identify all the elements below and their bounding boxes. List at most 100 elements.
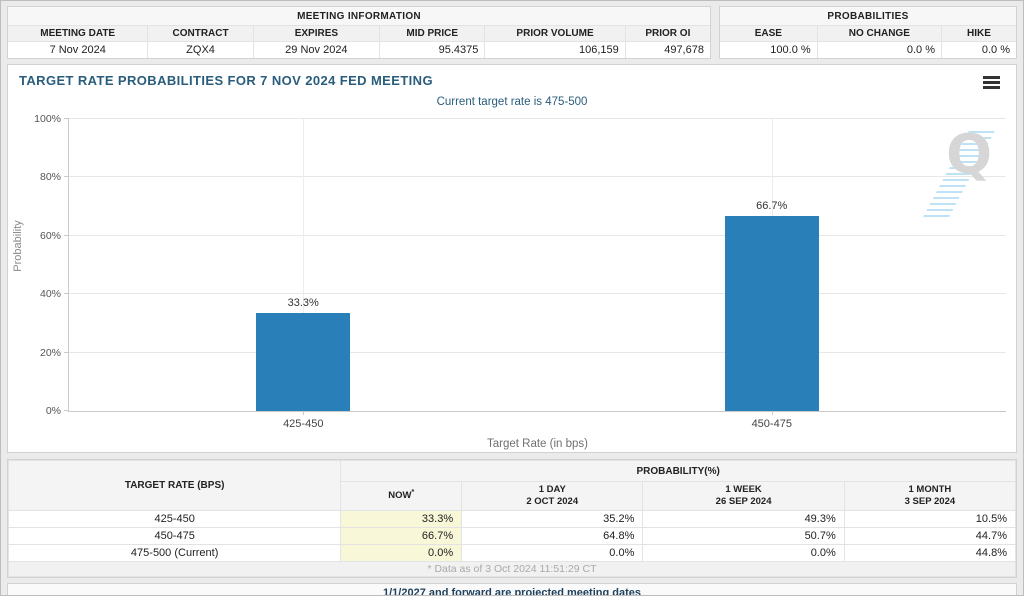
x-tick-2	[772, 411, 773, 415]
x-tick-1	[303, 411, 304, 415]
hamburger-menu-icon[interactable]	[983, 76, 1000, 91]
meeting-information-values: 7 Nov 2024 ZQX4 29 Nov 2024 95.4375 106,…	[8, 42, 710, 58]
one-day-cell: 0.0%	[462, 545, 643, 562]
target-rate-chart-panel: TARGET RATE PROBABILITIES FOR 7 NOV 2024…	[7, 64, 1017, 453]
prior-volume-header: PRIOR VOLUME	[485, 26, 625, 41]
table-row: 450-475 66.7% 64.8% 50.7% 44.7%	[9, 528, 1016, 545]
gridline-60	[69, 235, 1006, 236]
no-change-value: 0.0 %	[818, 42, 942, 58]
x-category-label-2: 450-475	[752, 418, 792, 430]
rate-cell: 425-450	[9, 511, 341, 528]
no-change-header: NO CHANGE	[818, 26, 942, 41]
plot-area: 0% 20% 40% 60% 80% 100% Q 33.3% 66.7% 42…	[68, 119, 1006, 412]
one-week-cell: 49.3%	[643, 511, 844, 528]
x-category-label-1: 425-450	[283, 418, 323, 430]
y-axis-label-100: 100%	[13, 113, 61, 125]
now-cell: 33.3%	[341, 511, 462, 528]
prior-volume-value: 106,159	[485, 42, 625, 58]
probability-group-header: PROBABILITY(%)	[341, 461, 1016, 482]
expires-value: 29 Nov 2024	[254, 42, 380, 58]
y-tick-0	[64, 410, 69, 411]
one-month-cell: 44.7%	[844, 528, 1015, 545]
mid-price-value: 95.4375	[380, 42, 485, 58]
hike-header: HIKE	[942, 26, 1016, 41]
meeting-date-value: 7 Nov 2024	[8, 42, 148, 58]
y-tick-80	[64, 176, 69, 177]
gridline-100	[69, 118, 1006, 119]
meeting-information-headers: MEETING DATE CONTRACT EXPIRES MID PRICE …	[8, 26, 710, 42]
gridline-20	[69, 352, 1006, 353]
probabilities-title: PROBABILITIES	[720, 7, 1016, 26]
probability-bar-450-475[interactable]	[725, 216, 819, 411]
chart-subtitle: Current target rate is 475-500	[8, 96, 1016, 108]
now-header-label: NOW	[388, 491, 411, 502]
ease-value: 100.0 %	[720, 42, 818, 58]
now-header: NOW*	[341, 482, 462, 511]
bar-group-425-450: 33.3%	[256, 313, 350, 411]
one-day-cell: 64.8%	[462, 528, 643, 545]
projected-dates-note: 1/1/2027 and forward are projected meeti…	[7, 583, 1017, 596]
y-tick-100	[64, 118, 69, 119]
bar-group-450-475: 66.7%	[725, 216, 819, 411]
probability-bar-425-450[interactable]	[256, 313, 350, 411]
gridline-40	[69, 293, 1006, 294]
one-week-cell: 0.0%	[643, 545, 844, 562]
y-axis-label-40: 40%	[13, 288, 61, 300]
contract-header: CONTRACT	[148, 26, 253, 41]
one-week-header: 1 WEEK26 SEP 2024	[643, 482, 844, 511]
one-day-header: 1 DAY2 OCT 2024	[462, 482, 643, 511]
one-week-cell: 50.7%	[643, 528, 844, 545]
table-row: 475-500 (Current) 0.0% 0.0% 0.0% 44.8%	[9, 545, 1016, 562]
probabilities-headers: EASE NO CHANGE HIKE	[720, 26, 1016, 42]
x-axis-title: Target Rate (in bps)	[69, 438, 1006, 450]
y-axis-title: Probability	[12, 206, 24, 286]
mid-price-header: MID PRICE	[380, 26, 485, 41]
hike-value: 0.0 %	[942, 42, 1016, 58]
meeting-information-panel: MEETING INFORMATION MEETING DATE CONTRAC…	[7, 6, 711, 59]
one-month-cell: 10.5%	[844, 511, 1015, 528]
one-month-cell: 44.8%	[844, 545, 1015, 562]
table-row: 425-450 33.3% 35.2% 49.3% 10.5%	[9, 511, 1016, 528]
one-month-date: 3 SEP 2024	[845, 496, 1015, 508]
y-axis-label-20: 20%	[13, 347, 61, 359]
bar-value-label: 66.7%	[725, 200, 819, 212]
one-week-date: 26 SEP 2024	[643, 496, 843, 508]
y-axis-label-80: 80%	[13, 171, 61, 183]
one-day-cell: 35.2%	[462, 511, 643, 528]
quikstrike-watermark-icon: Q	[946, 123, 992, 186]
chart-title: TARGET RATE PROBABILITIES FOR 7 NOV 2024…	[19, 73, 433, 88]
one-month-label: 1 MONTH	[909, 484, 952, 495]
now-cell: 0.0%	[341, 545, 462, 562]
data-as-of-footnote: * Data as of 3 Oct 2024 11:51:29 CT	[9, 562, 1016, 577]
contract-value: ZQX4	[148, 42, 253, 58]
expires-header: EXPIRES	[254, 26, 380, 41]
prior-oi-value: 497,678	[626, 42, 710, 58]
now-footnote-marker: *	[411, 489, 414, 496]
y-axis-label-0: 0%	[13, 405, 61, 417]
rate-cell: 475-500 (Current)	[9, 545, 341, 562]
one-day-date: 2 OCT 2024	[462, 496, 642, 508]
y-tick-60	[64, 235, 69, 236]
bar-value-label: 33.3%	[256, 297, 350, 309]
target-rate-bps-header: TARGET RATE (BPS)	[9, 461, 341, 511]
fedwatch-page: MEETING INFORMATION MEETING DATE CONTRAC…	[0, 0, 1024, 596]
top-summary-row: MEETING INFORMATION MEETING DATE CONTRAC…	[7, 6, 1017, 59]
one-week-label: 1 WEEK	[725, 484, 761, 495]
one-month-header: 1 MONTH3 SEP 2024	[844, 482, 1015, 511]
rate-cell: 450-475	[9, 528, 341, 545]
prior-oi-header: PRIOR OI	[626, 26, 710, 41]
meeting-date-header: MEETING DATE	[8, 26, 148, 41]
probabilities-values: 100.0 % 0.0 % 0.0 %	[720, 42, 1016, 58]
table-footnote-row: * Data as of 3 Oct 2024 11:51:29 CT	[9, 562, 1016, 577]
y-tick-20	[64, 352, 69, 353]
y-axis-label-60: 60%	[13, 230, 61, 242]
probability-history-table: TARGET RATE (BPS) PROBABILITY(%) NOW* 1 …	[8, 460, 1016, 577]
meeting-information-title: MEETING INFORMATION	[8, 7, 710, 26]
one-day-label: 1 DAY	[539, 484, 566, 495]
gridline-80	[69, 176, 1006, 177]
ease-header: EASE	[720, 26, 818, 41]
probability-history-table-panel: TARGET RATE (BPS) PROBABILITY(%) NOW* 1 …	[7, 459, 1017, 578]
y-tick-40	[64, 293, 69, 294]
now-cell: 66.7%	[341, 528, 462, 545]
probabilities-panel: PROBABILITIES EASE NO CHANGE HIKE 100.0 …	[719, 6, 1017, 59]
